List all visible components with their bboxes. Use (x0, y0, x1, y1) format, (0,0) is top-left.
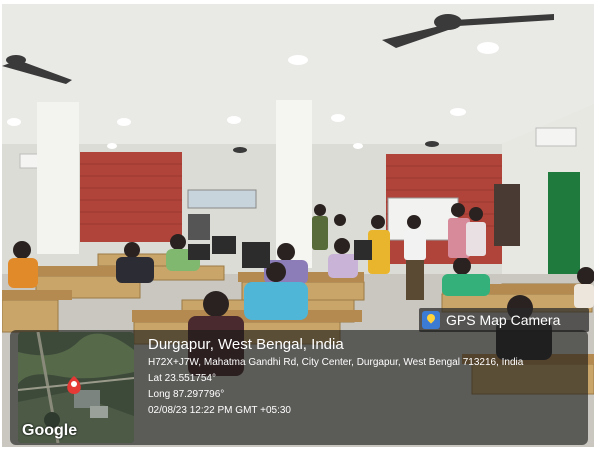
brick-wall-left (80, 152, 182, 242)
air-conditioner (535, 127, 577, 147)
map-thumbnail: Google (18, 332, 134, 443)
address-line: H72X+J7W, Mahatma Gandhi Rd, City Center… (148, 357, 524, 368)
classroom-photo: GPS Map Camera Google Durgapur, West Ben (2, 4, 594, 447)
pillar-left (37, 102, 79, 254)
geotag-text: Durgapur, West Bengal, India H72X+J7W, M… (148, 335, 523, 419)
latitude-line: Lat 23.551754° (148, 373, 216, 384)
notice-board (494, 184, 520, 246)
geotag-panel: Google Durgapur, West Bengal, India H72X… (10, 330, 588, 445)
air-conditioner-left (19, 153, 39, 169)
google-logo: Google (22, 422, 78, 439)
gps-map-camera-icon (422, 311, 440, 329)
gps-camera-badge: GPS Map Camera (419, 308, 589, 332)
gps-camera-label: GPS Map Camera (446, 312, 561, 328)
pillar-center (276, 100, 312, 268)
longitude-line: Long 87.297796° (148, 389, 225, 400)
city-title: Durgapur, West Bengal, India (148, 336, 344, 353)
back-door (188, 214, 210, 240)
window (187, 189, 257, 209)
timestamp-line: 02/08/23 12:22 PM GMT +05:30 (148, 405, 291, 416)
